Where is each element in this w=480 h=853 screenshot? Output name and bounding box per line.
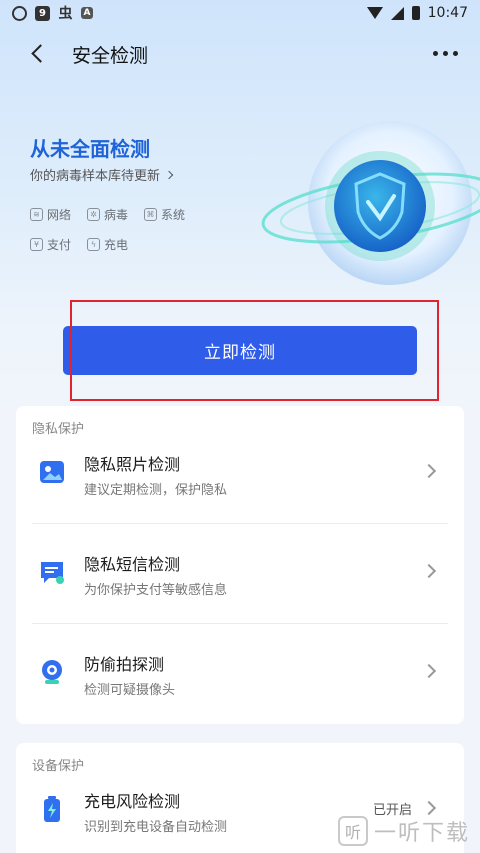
wifi-icon: ≋ [30,208,43,221]
more-dot-icon [432,50,438,56]
a-icon: A [81,7,93,19]
item-title: 充电风险检测 [84,792,181,811]
virus-icon: ✲ [87,208,101,221]
item-description: 建议定期检测，保护隐私 [84,483,228,498]
virus-db-update-link[interactable]: 你的病毒样本库待更新 [30,165,174,184]
chevron-right-icon [421,800,437,816]
hero-title: 从未全面检测 [30,137,150,161]
privacy-protection-card: 隐私保护 隐私照片检测 建议定期检测，保护隐私 隐私短信检测 为你保护支付等敏感… [16,406,464,724]
battery-status-icon [411,6,420,20]
item-description: 检测可疑摄像头 [84,683,176,698]
chevron-right-icon [421,463,437,479]
more-dot-icon [452,50,458,56]
annotation-highlight-box [70,300,439,401]
more-dot-icon [442,50,448,56]
shield-globe-illustration [240,108,480,298]
watermark-text: 一听下载 [373,821,470,846]
list-item-private-photo-check[interactable]: 隐私照片检测 建议定期检测，保护隐私 [16,424,464,524]
tag-network: ≋ 网络 [30,206,71,223]
back-button[interactable] [22,38,52,68]
check-tags-row-2: ¥ 支付 ϟ 充电 [30,236,128,253]
list-item-private-sms-check[interactable]: 隐私短信检测 为你保护支付等敏感信息 [16,524,464,624]
charge-icon: ϟ [87,238,101,251]
spirit-icon [12,5,27,21]
check-tags-row-1: ≋ 网络 ✲ 病毒 ⌘ 系统 [30,206,185,223]
hero-subtitle: 你的病毒样本库待更新 [30,169,161,184]
watermark-logo: 听 [337,816,368,846]
photo-icon [40,461,64,483]
camera-icon [42,660,62,684]
tag-system: ⌘ 系统 [144,206,185,223]
item-description: 为你保护支付等敏感信息 [84,583,228,598]
more-options-button[interactable] [430,42,460,64]
watermark: 听 一听下载 [337,815,470,847]
item-title: 隐私照片检测 [84,455,181,474]
signal-icon [390,6,404,20]
item-description: 识别到充电设备自动检测 [84,820,228,835]
tag-charge: ϟ 充电 [87,236,128,253]
chevron-right-icon [164,170,174,179]
item-title: 隐私短信检测 [84,555,181,574]
tag-payment: ¥ 支付 [30,236,71,253]
yuan-icon: ¥ [30,238,43,251]
page-title: 安全检测 [72,45,149,67]
tag-virus: ✲ 病毒 [87,206,128,223]
clock: 10:47 [427,5,468,21]
item-title: 防偷拍探测 [84,655,165,674]
sms-icon [41,562,64,584]
system-icon: ⌘ [144,208,158,221]
status-bar: 9 虫 A 10:47 [0,0,480,26]
chevron-right-icon [421,663,437,679]
wifi-status-icon [366,7,383,19]
bug-icon: 虫 [58,6,73,22]
back-arrow-icon [30,43,50,63]
chevron-right-icon [421,563,437,579]
app-header: 安全检测 [0,30,480,76]
nine-icon: 9 [35,5,50,21]
battery-icon [44,796,60,822]
list-item-hidden-camera-detect[interactable]: 防偷拍探测 检测可疑摄像头 [16,624,464,724]
